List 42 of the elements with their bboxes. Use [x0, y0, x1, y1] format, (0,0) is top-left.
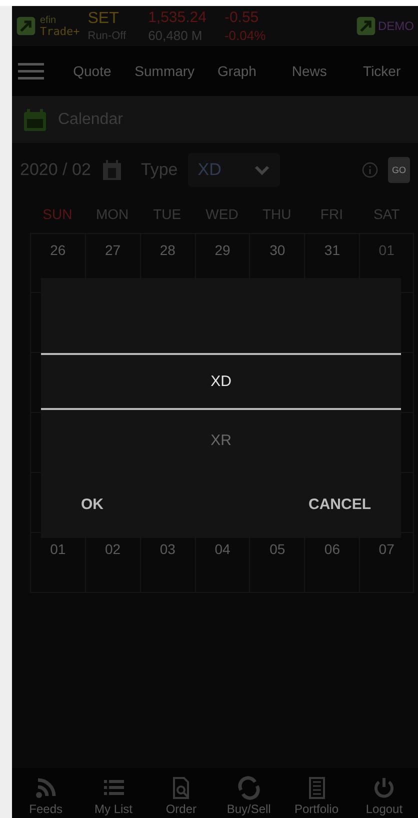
caret-icon — [254, 164, 270, 176]
account-label: DEMO — [378, 19, 414, 33]
logo-text: efin — [40, 15, 58, 26]
tab[interactable]: Quote — [56, 57, 128, 85]
index-name: SET — [88, 10, 119, 28]
tab[interactable]: Ticker — [346, 57, 418, 85]
calendar-icon — [22, 106, 48, 132]
calendar-day[interactable]: 26 — [31, 234, 85, 258]
nav-button[interactable]: Feeds — [12, 768, 80, 818]
tab[interactable]: Summary — [128, 57, 201, 85]
nav-button[interactable]: My List — [80, 768, 148, 818]
rss-icon — [34, 776, 58, 800]
info-icon[interactable] — [362, 162, 378, 178]
logo-icon — [16, 16, 36, 36]
calendar-day[interactable]: 31 — [305, 234, 360, 258]
power-icon — [372, 776, 396, 800]
calendar-picker-icon[interactable] — [100, 158, 123, 180]
index-value: 1,535.24 — [148, 9, 206, 26]
calendar-day[interactable]: 27 — [86, 234, 140, 258]
type-dropdown[interactable]: XD — [188, 152, 280, 186]
percent-change: -0.04% — [224, 28, 266, 43]
nav-button[interactable]: Portfolio — [282, 768, 350, 818]
cancel-button[interactable]: CANCEL — [304, 490, 375, 518]
weekday-label: SUN — [42, 206, 74, 222]
calendar-day[interactable]: 01 — [360, 234, 413, 258]
nav-button[interactable]: Buy/Sell — [215, 768, 283, 818]
calendar-day[interactable]: 28 — [140, 234, 195, 258]
exchange-icon — [236, 776, 261, 800]
nav-button[interactable]: Order — [147, 768, 216, 818]
change-value: -0.55 — [224, 9, 259, 26]
tab[interactable]: Graph — [200, 57, 274, 85]
logo-text: Trade+ — [40, 26, 80, 37]
picker-option[interactable]: XD — [41, 353, 401, 410]
calendar-day[interactable]: 30 — [250, 234, 304, 258]
picker-option[interactable]: XR — [41, 410, 401, 470]
tab[interactable]: News — [273, 57, 346, 85]
go-button[interactable]: GO — [388, 156, 410, 182]
account-icon — [356, 16, 376, 36]
ok-button[interactable]: OK — [77, 490, 108, 518]
menu-icon[interactable] — [18, 61, 44, 81]
calendar-day[interactable]: 29 — [196, 234, 250, 258]
nav-button[interactable]: Logout — [350, 768, 418, 818]
